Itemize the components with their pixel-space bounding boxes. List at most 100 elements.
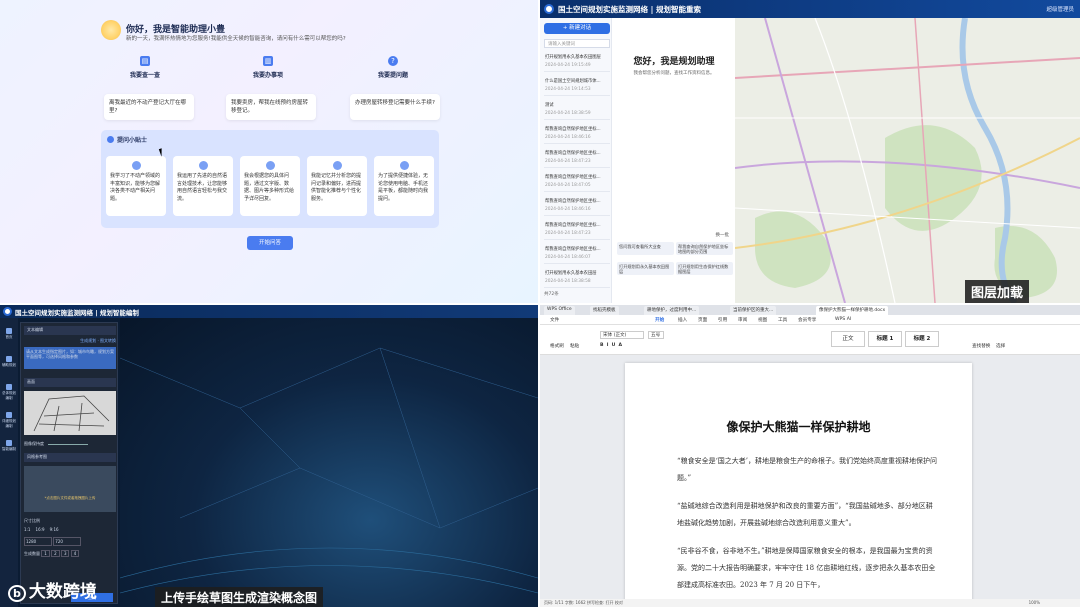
history-item[interactable]: 打开规划用永久基本农田图层 2024-04-24 19:15:49 xyxy=(544,53,610,72)
category-lookup[interactable]: ▤ 我要查一查 xyxy=(100,56,190,79)
history-item[interactable]: 帮我查询自然保护地区坐标... 2024-04-24 18:47:05 xyxy=(544,173,610,192)
tab-active[interactable]: 像保护大熊猫一样保护耕地.docx xyxy=(816,306,889,315)
start-qa-button[interactable]: 开始问答 xyxy=(247,236,293,250)
tab[interactable]: 找稻壳模板 xyxy=(590,306,619,315)
question-card[interactable]: 办理房屋转移登记需要什么手续? xyxy=(350,94,440,120)
menu-item[interactable]: 审阅 xyxy=(738,317,747,323)
menu-item[interactable]: 页面 xyxy=(698,317,707,323)
menu-item-active[interactable]: 开始 xyxy=(655,317,664,323)
app-logo-icon xyxy=(3,307,12,316)
paste-button[interactable]: 粘贴 xyxy=(570,343,579,349)
count-row: 生成数量 1 2 3 4 xyxy=(24,550,116,557)
count-option[interactable]: 1 xyxy=(41,550,50,557)
network-background xyxy=(119,318,538,607)
history-item[interactable]: 帮我查询自然保护地区坐标... 2024-04-24 18:46:16 xyxy=(544,125,610,144)
history-item[interactable]: 测试 2024-04-24 18:38:59 xyxy=(544,101,610,120)
history-title: 帮我查询自然保护地区坐标... xyxy=(545,151,601,156)
smart-planning-window: 国土空间规划实施监测网络 | 规划智能编制 首页 辅助规划 总体规划编制 详细规… xyxy=(0,305,538,607)
menu-item[interactable]: 文件 xyxy=(550,317,559,323)
count-label: 生成数量 xyxy=(24,551,40,556)
home-icon xyxy=(6,328,12,334)
nav-label: 总体规划编制 xyxy=(2,391,16,400)
count-option[interactable]: 4 xyxy=(70,550,80,557)
tab[interactable]: 耕地保护，过度利用中... xyxy=(644,306,700,315)
history-item[interactable]: 帮我查询自然保护地区坐标... 2024-04-24 18:47:23 xyxy=(544,149,610,168)
tips-title: 提问小贴士 xyxy=(117,137,148,144)
count-option[interactable]: 3 xyxy=(60,550,70,557)
question-card[interactable]: 离我最近的不动产登记大厅在哪里? xyxy=(104,94,194,120)
history-item[interactable]: 帮我查询自然保护地区坐标... 2024-04-24 18:46:07 xyxy=(544,245,610,264)
suggestion-chip[interactable]: 帮我查询自然保护地区坐标地图的部分范围 xyxy=(676,242,733,255)
left-nav: 首页 辅助规划 总体规划编制 详细规划编制 智能编制 xyxy=(0,318,18,607)
font-family-select[interactable]: 宋体 (正文) xyxy=(600,331,644,339)
select-button[interactable]: 选择 xyxy=(996,343,1005,349)
menu-item[interactable]: WPS AI xyxy=(835,317,851,322)
new-chat-button[interactable]: + 新建对话 xyxy=(544,23,610,34)
suggestion-chip[interactable]: 您问我可查看所大业查 xyxy=(617,242,674,255)
menu-bar: 文件 开始 插入 页面 引用 审阅 视图 工具 会员专享 WPS AI xyxy=(540,315,1080,325)
tips-section: 提问小贴士 我学习了不动产领域的丰富知识，能够为您解决各类不动产相关问题。 我运… xyxy=(101,130,439,228)
menu-item[interactable]: 视图 xyxy=(758,317,767,323)
tab[interactable]: WPS Office xyxy=(544,306,575,315)
style-heading2[interactable]: 标题 2 xyxy=(905,331,939,347)
bold-button[interactable]: B I U A xyxy=(600,343,622,348)
prompt-input[interactable]: 请从文本生成指定图片，如：城市鸟瞰，规划方案平面图等，可选择风格和参数 xyxy=(24,347,116,369)
menu-item[interactable]: 工具 xyxy=(778,317,787,323)
find-replace-button[interactable]: 查找替换 xyxy=(972,343,990,349)
height-input[interactable]: 720 xyxy=(53,537,82,546)
suggestion-chip[interactable]: 打开规划用永久基本农田图层 xyxy=(617,262,674,275)
style-heading1[interactable]: 标题 1 xyxy=(868,331,902,347)
history-item[interactable]: 打开规划用永久基本农田层 2024-04-24 18:38:58 xyxy=(544,269,610,288)
generation-panel: 文本编辑 生成规划 · 图文转换 请从文本生成指定图片，如：城市鸟瞰，规划方案平… xyxy=(20,322,118,604)
size-option[interactable]: 1:1 xyxy=(24,527,30,532)
question-card[interactable]: 我要卖房，帮我在线预约房屋转移登记。 xyxy=(226,94,316,120)
user-name[interactable]: 超级管理员 xyxy=(1046,5,1074,13)
nav-assist[interactable]: 辅助规划 xyxy=(1,356,17,368)
category-ask-question[interactable]: ? 我要提问题 xyxy=(348,56,438,79)
tip-card: 我运用了先进的自然语言处理技术，让您能够用自然语言轻松与我交流。 xyxy=(173,156,233,216)
font-size-select[interactable]: 五号 xyxy=(648,331,664,339)
menu-item[interactable]: 引用 xyxy=(718,317,727,323)
upload-dropzone[interactable]: *点击图片文件或者拖拽图片上传 xyxy=(24,466,116,512)
count-option[interactable]: 2 xyxy=(51,550,60,557)
tip-text: 我运用了先进的自然语言处理技术，让您能够用自然语言轻松与我交流。 xyxy=(177,173,228,202)
brand-watermark: b 大数跨境 xyxy=(8,577,97,602)
size-option[interactable]: 9:16 xyxy=(50,527,59,532)
nav-home[interactable]: 首页 xyxy=(1,328,17,340)
refresh-suggestions-button[interactable]: 换一批 xyxy=(716,232,730,238)
history-date: 2024-04-24 19:14:53 xyxy=(545,87,591,92)
status-text: 页码: 1/11 字数: 1662 拼写检查: 打开 校对 xyxy=(544,600,623,605)
style-normal[interactable]: 正文 xyxy=(831,331,865,347)
style-select[interactable]: 画面 xyxy=(24,378,116,387)
history-title: 帮我查询自然保护地区坐标... xyxy=(545,199,601,204)
document-page[interactable]: 像保护大熊猫一样保护耕地 “粮食安全是‘国之大者’，耕地是粮食生产的命根子。我们… xyxy=(625,363,972,607)
history-item[interactable]: 什么是国土空间规划城市体... 2024-04-24 19:14:53 xyxy=(544,77,610,96)
mode-links[interactable]: 生成规划 · 图文转换 xyxy=(24,338,116,344)
tab[interactable]: 当前保护区的重大... xyxy=(730,306,777,315)
history-item[interactable]: 帮我查询自然保护地区坐标... 2024-04-24 18:47:23 xyxy=(544,221,610,240)
menu-item[interactable]: 插入 xyxy=(678,317,687,323)
nav-detail-plan[interactable]: 详细规划编制 xyxy=(1,412,17,429)
history-date: 2024-04-24 18:46:07 xyxy=(545,255,591,260)
history-search-input[interactable]: 请输入关键词 xyxy=(544,39,610,48)
section-style-reference[interactable]: 风格参考图 xyxy=(24,453,116,462)
section-text-edit[interactable]: 文本编辑 xyxy=(24,326,116,335)
nav-label: 智能编制 xyxy=(2,447,16,451)
size-options: 1:1 16:9 9:16 xyxy=(24,527,116,532)
history-title: 什么是国土空间规划城市体... xyxy=(545,79,601,84)
format-painter-button[interactable]: 格式刷 xyxy=(550,343,564,349)
map-view[interactable]: 图层加载 xyxy=(734,17,1080,303)
history-title: 帮我查询自然保护地区坐标... xyxy=(545,127,601,132)
category-handle-affairs[interactable]: ▥ 我要办事项 xyxy=(223,56,313,79)
width-input[interactable]: 1280 xyxy=(24,537,52,546)
nav-master-plan[interactable]: 总体规划编制 xyxy=(1,384,17,401)
history-title: 帮我查询自然保护地区坐标... xyxy=(545,223,601,228)
similarity-slider[interactable]: 图像保持度 xyxy=(24,441,116,447)
history-item[interactable]: 帮我查询自然保护地区坐标... 2024-04-24 18:46:16 xyxy=(544,197,610,216)
slider-track[interactable] xyxy=(48,443,88,445)
suggestion-chip[interactable]: 打开规划用生态保护红线数据图层 xyxy=(676,262,733,275)
menu-item[interactable]: 会员专享 xyxy=(798,317,816,323)
nav-smart-edit[interactable]: 智能编制 xyxy=(1,440,17,452)
size-option[interactable]: 16:9 xyxy=(36,527,45,532)
zoom-level[interactable]: 100% xyxy=(1029,600,1040,605)
